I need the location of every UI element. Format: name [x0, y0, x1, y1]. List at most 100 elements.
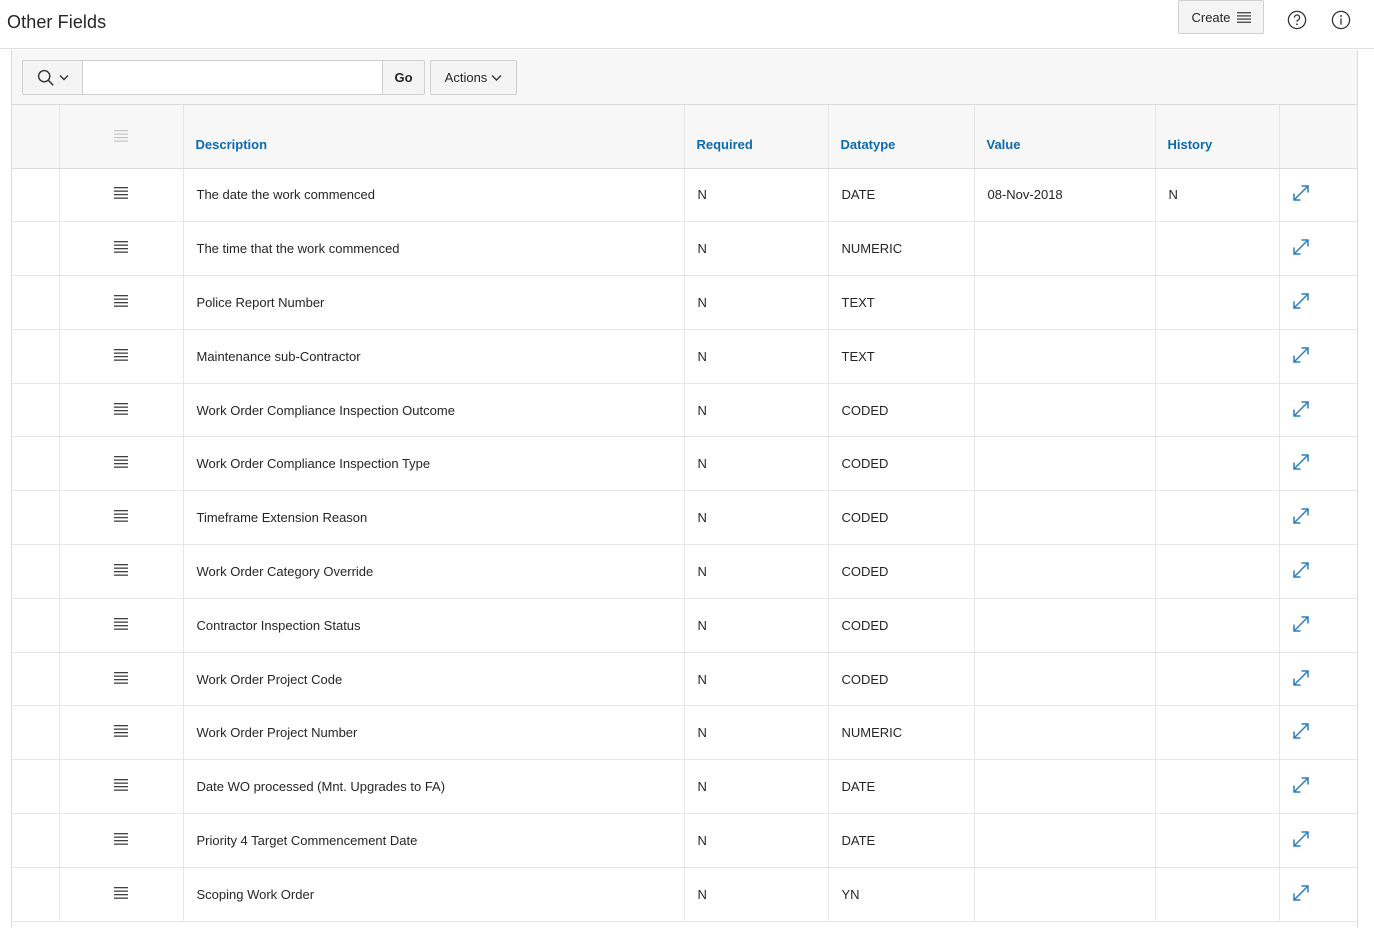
- edit-cell[interactable]: [1279, 867, 1357, 922]
- edit-cell[interactable]: [1279, 436, 1357, 492]
- row-select-cell[interactable]: [12, 168, 60, 223]
- table-row[interactable]: Police Report Number N TEXT: [12, 275, 1357, 330]
- row-select-cell[interactable]: [12, 705, 60, 761]
- row-select-cell[interactable]: [12, 813, 60, 868]
- row-select-cell[interactable]: [12, 490, 60, 546]
- row-actions-cell[interactable]: [59, 436, 184, 492]
- column-header-value[interactable]: Value: [974, 105, 1156, 169]
- row-select-cell[interactable]: [12, 221, 60, 277]
- help-circle-icon[interactable]: [1287, 10, 1307, 30]
- history-cell[interactable]: [1155, 221, 1280, 277]
- value-cell[interactable]: [974, 329, 1156, 384]
- edit-cell[interactable]: [1279, 652, 1357, 707]
- expand-icon[interactable]: [1292, 776, 1310, 794]
- history-cell[interactable]: [1155, 867, 1280, 922]
- row-select-cell[interactable]: [12, 436, 60, 492]
- row-select-cell[interactable]: [12, 867, 60, 922]
- edit-cell[interactable]: [1279, 598, 1357, 653]
- description-cell[interactable]: Date WO processed (Mnt. Upgrades to FA): [183, 759, 685, 815]
- row-actions-cell[interactable]: [59, 867, 184, 922]
- expand-icon[interactable]: [1292, 722, 1310, 740]
- required-cell[interactable]: N: [684, 652, 829, 707]
- table-row[interactable]: Priority 4 Target Commencement Date N DA…: [12, 813, 1357, 868]
- description-cell[interactable]: The date the work commenced: [183, 168, 685, 223]
- description-cell[interactable]: Maintenance sub-Contractor: [183, 329, 685, 384]
- table-row[interactable]: Work Order Compliance Inspection Type N …: [12, 436, 1357, 492]
- row-actions-cell[interactable]: [59, 652, 184, 707]
- table-row[interactable]: Work Order Category Override N CODED: [12, 544, 1357, 599]
- value-cell[interactable]: [974, 221, 1156, 277]
- edit-cell[interactable]: [1279, 759, 1357, 815]
- expand-icon[interactable]: [1292, 669, 1310, 687]
- required-cell[interactable]: N: [684, 544, 829, 599]
- search-input[interactable]: [83, 60, 383, 95]
- hamburger-menu-icon[interactable]: [114, 617, 128, 630]
- table-row[interactable]: Work Order Compliance Inspection Outcome…: [12, 383, 1357, 438]
- datatype-cell[interactable]: CODED: [828, 490, 975, 546]
- description-cell[interactable]: Work Order Compliance Inspection Outcome: [183, 383, 685, 438]
- description-cell[interactable]: Priority 4 Target Commencement Date: [183, 813, 685, 868]
- hamburger-menu-icon[interactable]: [114, 402, 128, 415]
- datatype-cell[interactable]: CODED: [828, 652, 975, 707]
- required-cell[interactable]: N: [684, 813, 829, 868]
- expand-icon[interactable]: [1292, 453, 1310, 471]
- row-actions-cell[interactable]: [59, 705, 184, 761]
- value-cell[interactable]: [974, 705, 1156, 761]
- row-select-cell[interactable]: [12, 544, 60, 599]
- history-cell[interactable]: [1155, 598, 1280, 653]
- value-cell[interactable]: [974, 436, 1156, 492]
- hamburger-menu-icon[interactable]: [114, 671, 128, 684]
- hamburger-menu-icon[interactable]: [114, 456, 128, 469]
- description-cell[interactable]: Work Order Project Code: [183, 652, 685, 707]
- edit-cell[interactable]: [1279, 544, 1357, 599]
- value-cell[interactable]: [974, 490, 1156, 546]
- row-select-cell[interactable]: [12, 275, 60, 330]
- table-row[interactable]: Contractor Inspection Status N CODED: [12, 598, 1357, 653]
- description-cell[interactable]: Scoping Work Order: [183, 867, 685, 922]
- expand-icon[interactable]: [1292, 561, 1310, 579]
- create-button[interactable]: Create: [1178, 0, 1264, 34]
- datatype-cell[interactable]: TEXT: [828, 275, 975, 330]
- hamburger-menu-icon[interactable]: [114, 348, 128, 361]
- expand-icon[interactable]: [1292, 615, 1310, 633]
- datatype-cell[interactable]: NUMERIC: [828, 221, 975, 277]
- datatype-cell[interactable]: DATE: [828, 168, 975, 223]
- hamburger-menu-icon[interactable]: [114, 241, 128, 253]
- value-cell[interactable]: [974, 598, 1156, 653]
- history-cell[interactable]: [1155, 436, 1280, 492]
- expand-icon[interactable]: [1292, 346, 1310, 364]
- column-header-history[interactable]: History: [1155, 105, 1280, 169]
- table-row[interactable]: Work Order Project Number N NUMERIC: [12, 705, 1357, 761]
- row-actions-cell[interactable]: [59, 490, 184, 546]
- row-select-cell[interactable]: [12, 598, 60, 653]
- description-cell[interactable]: Work Order Compliance Inspection Type: [183, 436, 685, 492]
- required-cell[interactable]: N: [684, 759, 829, 815]
- required-cell[interactable]: N: [684, 221, 829, 277]
- hamburger-menu-icon[interactable]: [114, 563, 128, 576]
- datatype-cell[interactable]: NUMERIC: [828, 705, 975, 761]
- row-actions-cell[interactable]: [59, 759, 184, 815]
- expand-icon[interactable]: [1292, 292, 1310, 310]
- required-cell[interactable]: N: [684, 867, 829, 922]
- column-header-description[interactable]: Description: [183, 105, 685, 169]
- history-cell[interactable]: [1155, 652, 1280, 707]
- datatype-cell[interactable]: DATE: [828, 813, 975, 868]
- table-row[interactable]: Maintenance sub-Contractor N TEXT: [12, 329, 1357, 384]
- required-cell[interactable]: N: [684, 490, 829, 546]
- value-cell[interactable]: [974, 544, 1156, 599]
- hamburger-menu-icon[interactable]: [114, 886, 128, 899]
- hamburger-menu-icon[interactable]: [114, 779, 128, 791]
- edit-cell[interactable]: [1279, 329, 1357, 384]
- history-cell[interactable]: N: [1155, 168, 1280, 223]
- required-cell[interactable]: N: [684, 436, 829, 492]
- datatype-cell[interactable]: TEXT: [828, 329, 975, 384]
- description-cell[interactable]: The time that the work commenced: [183, 221, 685, 277]
- edit-cell[interactable]: [1279, 168, 1357, 223]
- row-select-cell[interactable]: [12, 329, 60, 384]
- table-row[interactable]: Date WO processed (Mnt. Upgrades to FA) …: [12, 759, 1357, 815]
- required-cell[interactable]: N: [684, 329, 829, 384]
- description-cell[interactable]: Timeframe Extension Reason: [183, 490, 685, 546]
- datatype-cell[interactable]: YN: [828, 867, 975, 922]
- description-cell[interactable]: Work Order Project Number: [183, 705, 685, 761]
- value-cell[interactable]: [974, 867, 1156, 922]
